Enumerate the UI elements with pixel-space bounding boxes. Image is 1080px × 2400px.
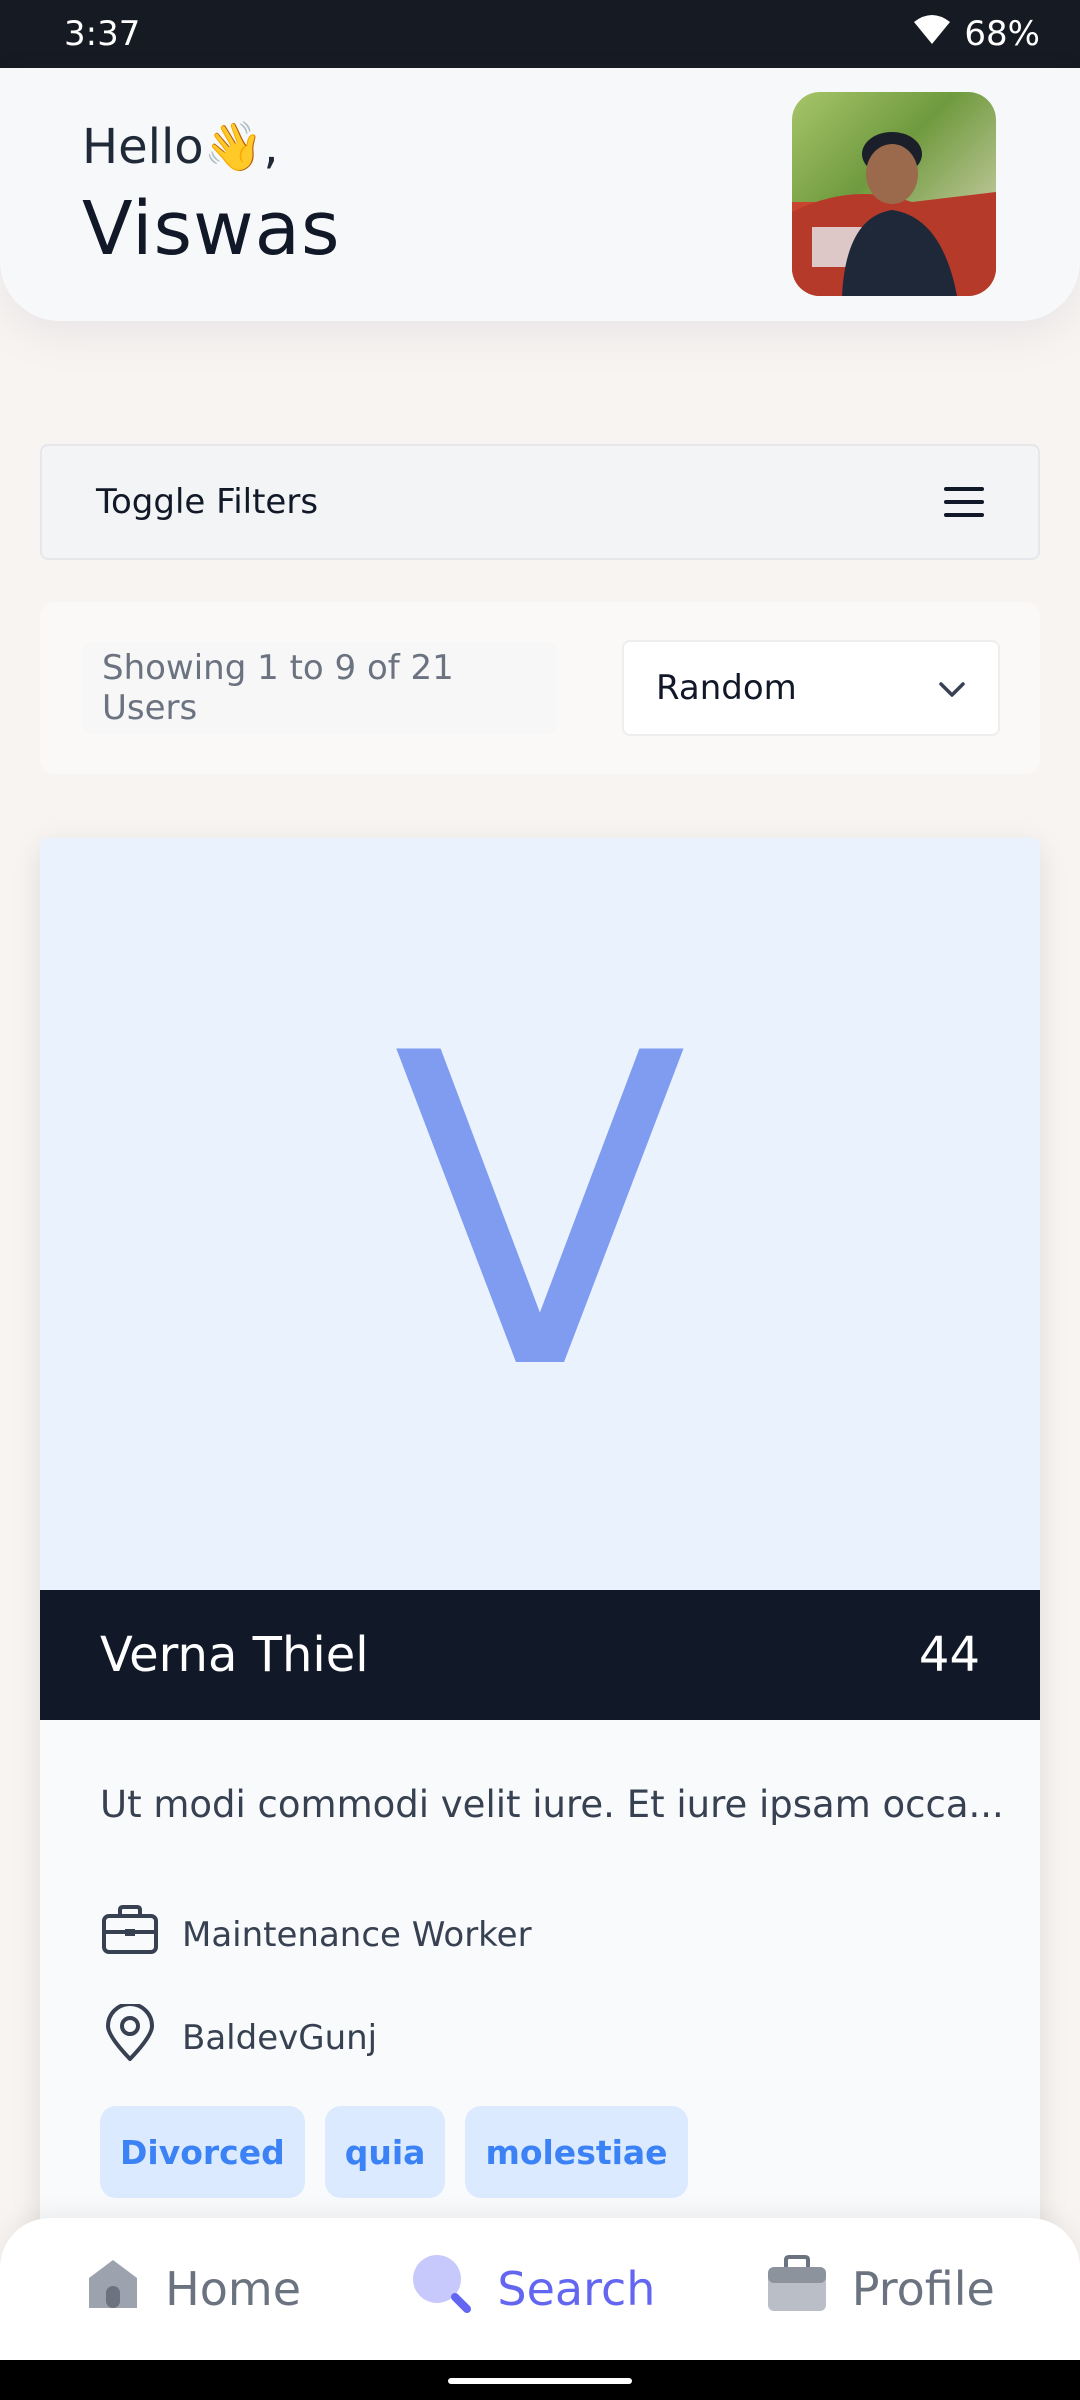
nav-profile[interactable]: Profile	[766, 2254, 995, 2324]
user-location: BaldevGunj	[182, 2017, 378, 2058]
status-bar: 3:37 68%	[0, 0, 1080, 68]
briefcase-icon	[100, 1904, 160, 1965]
menu-icon	[944, 487, 984, 517]
sort-selected-value: Random	[656, 668, 797, 708]
location-pin-icon	[100, 2002, 160, 2071]
battery-level: 68%	[964, 14, 1040, 54]
user-name: Viswas	[82, 186, 341, 272]
avatar[interactable]	[792, 92, 996, 296]
status-indicators: 68%	[912, 14, 1040, 55]
user-tags: Divorced quia molestiae	[100, 2106, 688, 2198]
status-time: 3:37	[64, 14, 141, 54]
system-gesture-bar	[0, 2360, 1080, 2400]
user-location-row: BaldevGunj	[100, 2002, 378, 2071]
search-icon	[411, 2253, 473, 2326]
wifi-icon	[912, 14, 952, 55]
briefcase-icon	[766, 2254, 828, 2324]
nav-search[interactable]: Search	[411, 2253, 655, 2326]
greeting-text: Hello👋,	[82, 119, 279, 175]
user-job: Maintenance Worker	[182, 1914, 532, 1955]
tag-chip[interactable]: Divorced	[100, 2106, 305, 2198]
results-count: Showing 1 to 9 of 21 Users	[82, 642, 556, 734]
user-initial-image: V	[40, 838, 1040, 1590]
user-initial: V	[392, 964, 688, 1464]
chevron-down-icon	[938, 668, 966, 708]
tag-chip[interactable]: molestiae	[465, 2106, 688, 2198]
toggle-filters-button[interactable]: Toggle Filters	[40, 444, 1040, 560]
greeting-header: Hello👋, Viswas	[0, 68, 1080, 321]
nav-search-label: Search	[497, 2262, 656, 2316]
home-icon	[85, 2256, 141, 2323]
results-toolbar: Showing 1 to 9 of 21 Users Random	[40, 602, 1040, 774]
user-name-bar: Verna Thiel 44	[40, 1590, 1040, 1720]
home-gesture-handle[interactable]	[448, 2378, 632, 2384]
card-user-name: Verna Thiel	[100, 1627, 369, 1683]
toggle-filters-label: Toggle Filters	[96, 482, 319, 522]
user-bio: Ut modi commodi velit iure. Et iure ipsa…	[100, 1783, 1000, 1826]
user-job-row: Maintenance Worker	[100, 1904, 532, 1965]
nav-home-label: Home	[165, 2262, 302, 2316]
card-user-age: 44	[918, 1627, 980, 1683]
nav-profile-label: Profile	[851, 2262, 995, 2316]
nav-home[interactable]: Home	[85, 2256, 301, 2323]
sort-select[interactable]: Random	[622, 640, 1000, 736]
bottom-navigation: Home Search Profile	[0, 2218, 1080, 2360]
user-card[interactable]: V Verna Thiel 44 Ut modi commodi velit i…	[40, 838, 1040, 2238]
tag-chip[interactable]: quia	[324, 2106, 446, 2198]
